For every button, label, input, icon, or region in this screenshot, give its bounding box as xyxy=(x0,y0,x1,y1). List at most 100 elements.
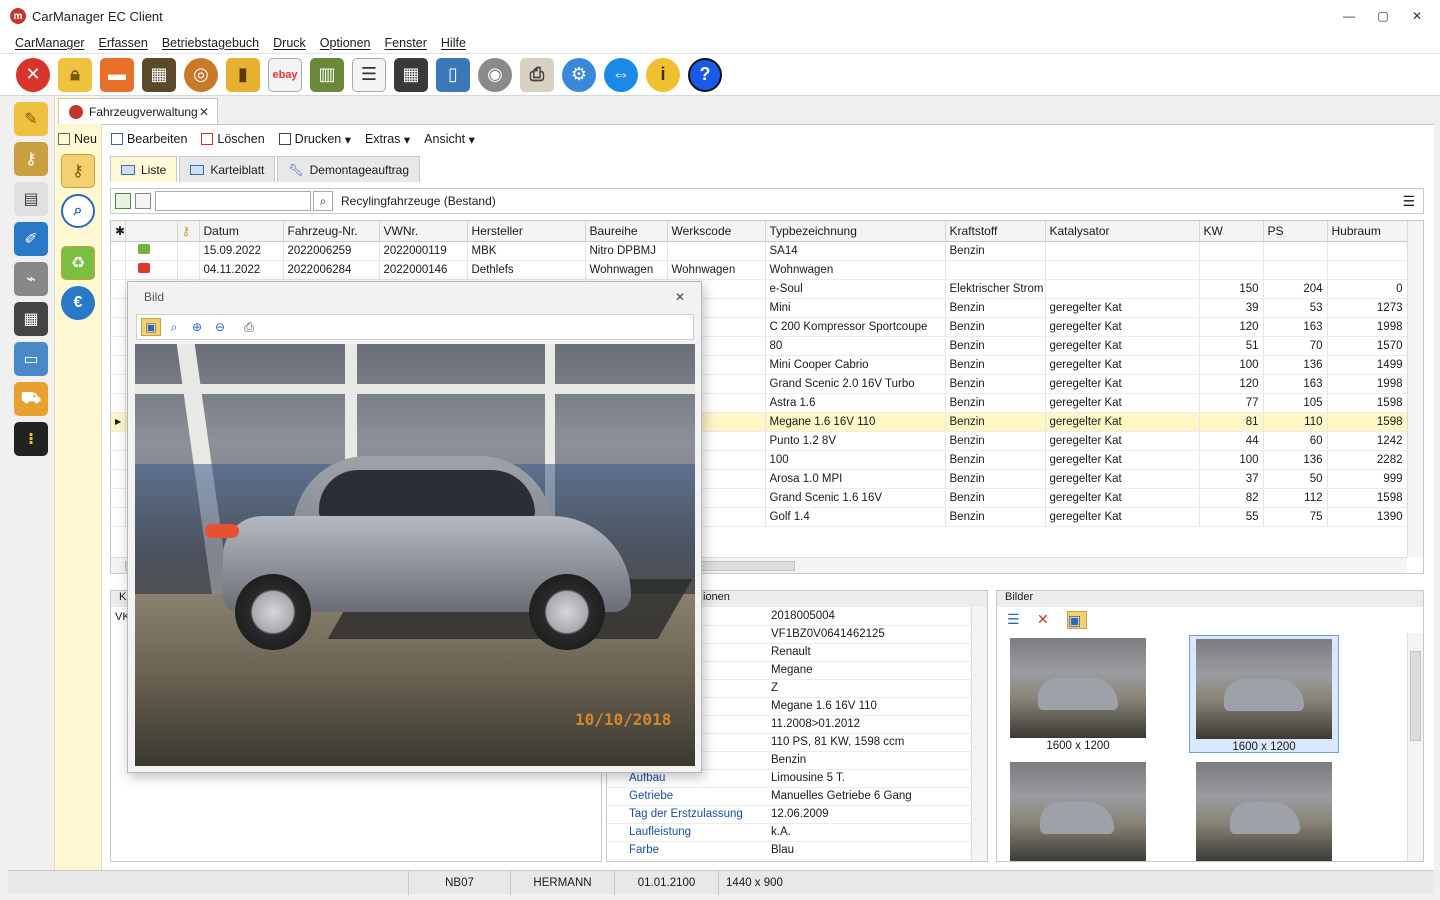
images-scrollbar[interactable] xyxy=(1407,633,1423,861)
menu-fenster[interactable]: Fenster xyxy=(378,36,434,50)
column-werkscode[interactable]: Werkscode xyxy=(667,221,766,242)
search-icon[interactable]: ⌕ xyxy=(313,191,333,211)
fit-image-icon[interactable]: ▣ xyxy=(141,318,161,336)
dialog-close-icon[interactable]: ✕ xyxy=(675,290,685,304)
table-cell: 60 xyxy=(1263,431,1328,451)
calculator-icon[interactable]: ▦ xyxy=(394,57,428,92)
new-button[interactable]: Neu xyxy=(58,132,97,146)
gear-icon[interactable]: ⚙ xyxy=(562,57,596,92)
column-kraftstoff[interactable]: Kraftstoff xyxy=(945,221,1046,242)
column-katalysator[interactable]: Katalysator xyxy=(1045,221,1200,242)
column-datum[interactable]: Datum xyxy=(199,221,284,242)
tab-liste[interactable]: Liste xyxy=(110,156,178,182)
image-thumbnail-selected[interactable]: 1600 x 1200 xyxy=(1189,635,1339,753)
key-module-icon[interactable]: ⚷ xyxy=(61,154,95,188)
grid-vertical-scrollbar[interactable] xyxy=(1407,221,1423,557)
print-dropdown[interactable]: Drucken ▾ xyxy=(278,132,351,147)
close-tab-icon[interactable]: ✕ xyxy=(199,105,209,119)
id-card-icon[interactable]: ▭ xyxy=(14,342,48,376)
menu-erfassen[interactable]: Erfassen xyxy=(91,36,154,50)
tab-demontageauftrag[interactable]: 🔧︎ Demontageauftrag xyxy=(277,156,421,182)
close-window-button[interactable]: ✕ xyxy=(1400,0,1434,32)
images-scroll-thumb[interactable] xyxy=(1410,651,1421,741)
maximize-button[interactable]: ▢ xyxy=(1366,0,1400,32)
table-row[interactable]: 15.09.2022 2022006259 2022000119 MBK Nitro D… xyxy=(111,241,1408,261)
tab-karteiblatt[interactable]: Karteiblatt xyxy=(179,156,276,182)
stop-icon[interactable]: ✕ xyxy=(16,57,50,92)
wrench-icon: 🔧︎ xyxy=(288,162,304,177)
print-image-icon[interactable]: ⎙ xyxy=(239,318,259,336)
image-thumbnail[interactable] xyxy=(1003,759,1153,861)
menu-betriebstagebuch[interactable]: Betriebstagebuch xyxy=(155,36,266,50)
image-thumbnail[interactable] xyxy=(1189,759,1339,861)
column-fahrzeug-nr[interactable]: Fahrzeug-Nr. xyxy=(283,221,380,242)
calculator-side-icon[interactable]: ▦ xyxy=(14,302,48,336)
ebay-icon[interactable]: ebay xyxy=(268,57,302,92)
delete-button[interactable]: Löschen xyxy=(201,132,265,146)
book-icon[interactable]: ▯ xyxy=(436,57,470,92)
clipboard-icon[interactable]: ▤ xyxy=(14,182,48,216)
column-typbezeichnung[interactable]: Typbezeichnung xyxy=(765,221,946,242)
scanner-icon[interactable]: ⌁ xyxy=(14,262,48,296)
image-view-icon[interactable]: ▣ xyxy=(1067,611,1087,629)
truck-icon[interactable]: ⛟ xyxy=(14,382,48,416)
euro-icon[interactable]: € xyxy=(61,286,95,320)
traffic-light-icon[interactable]: ⁝ xyxy=(14,422,48,456)
delete-image-icon[interactable]: ✕ xyxy=(1037,611,1057,629)
status-workstation: NB07 xyxy=(408,870,510,895)
zoom-in-icon[interactable]: ⊕ xyxy=(187,318,207,336)
row-indicator xyxy=(111,279,126,299)
column-ps[interactable]: PS xyxy=(1263,221,1328,242)
car-photo-thumbnail xyxy=(1196,639,1332,739)
info-key: Laufleistung xyxy=(607,823,767,842)
car-icon[interactable]: ▬ xyxy=(100,57,134,92)
tape-icon[interactable]: ✐ xyxy=(14,222,48,256)
menu-hilfe[interactable]: Hilfe xyxy=(434,36,473,50)
key-icon[interactable]: ⚷ xyxy=(14,142,48,176)
column-hersteller[interactable]: Hersteller xyxy=(467,221,586,242)
column-baureihe[interactable]: Baureihe xyxy=(585,221,668,242)
zoom-100-icon[interactable]: ⌕ xyxy=(164,318,184,336)
column-chooser-icon[interactable] xyxy=(135,193,151,209)
search-input[interactable] xyxy=(155,191,311,211)
edit-button[interactable]: Bearbeiten xyxy=(110,132,187,146)
status-resolution: 1440 x 900 xyxy=(718,870,790,895)
checklist-icon[interactable]: ☰ xyxy=(352,57,386,92)
lock-icon[interactable]: 🔒︎ xyxy=(58,57,92,92)
table-cell: 100 xyxy=(765,450,946,470)
info-icon[interactable]: i xyxy=(646,57,680,92)
minimize-button[interactable]: — xyxy=(1332,0,1366,32)
edit-icon xyxy=(110,133,123,145)
menu-bar: CarManager Erfassen Betriebstagebuch Dru… xyxy=(0,32,1440,54)
tab-fahrzeugverwaltung[interactable]: Fahrzeugverwaltung ✕ xyxy=(58,98,218,124)
image-thumbnail[interactable]: 1600 x 1200 xyxy=(1003,635,1153,753)
grid-view-icon[interactable] xyxy=(115,193,131,209)
recycling-icon[interactable]: ♻ xyxy=(61,246,95,280)
steering-wheel-icon[interactable]: ◎ xyxy=(184,57,218,92)
menu-optionen[interactable]: Optionen xyxy=(313,36,378,50)
view-dropdown[interactable]: Ansicht ▾ xyxy=(424,132,475,147)
help-icon[interactable]: ? xyxy=(688,57,722,92)
brake-disc-icon[interactable]: ◉ xyxy=(478,57,512,92)
info-scrollbar[interactable] xyxy=(971,607,987,861)
table-cell: Benzin xyxy=(945,469,1046,489)
menu-druck[interactable]: Druck xyxy=(266,36,313,50)
column-hubraum[interactable]: Hubraum xyxy=(1327,221,1408,242)
column-kw[interactable]: KW xyxy=(1199,221,1264,242)
teamviewer-icon[interactable]: ⇔ xyxy=(604,57,638,92)
parts-shelf-icon[interactable]: ▦ xyxy=(142,57,176,92)
menu-icon[interactable]: ☰ xyxy=(1402,193,1415,210)
price-tag-icon[interactable]: ▮ xyxy=(226,57,260,92)
menu-carmanager[interactable]: CarManager xyxy=(8,36,91,50)
notes-icon[interactable]: ✎ xyxy=(14,102,48,136)
column-vwnr[interactable]: VWNr. xyxy=(379,221,468,242)
table-row[interactable]: 04.11.2022 2022006284 2022000146 Dethlefs Wo… xyxy=(111,260,1408,280)
extras-dropdown[interactable]: Extras ▾ xyxy=(365,132,410,147)
printer-icon[interactable]: ⎙ xyxy=(520,57,554,92)
table-cell: Benzin xyxy=(945,412,1046,432)
list-view-icon[interactable]: ☰ xyxy=(1007,611,1027,629)
table-cell: Benzin xyxy=(945,450,1046,470)
search-module-icon[interactable]: ⌕ xyxy=(61,194,95,228)
zoom-out-icon[interactable]: ⊖ xyxy=(210,318,230,336)
binders-icon[interactable]: ▥ xyxy=(310,57,344,92)
